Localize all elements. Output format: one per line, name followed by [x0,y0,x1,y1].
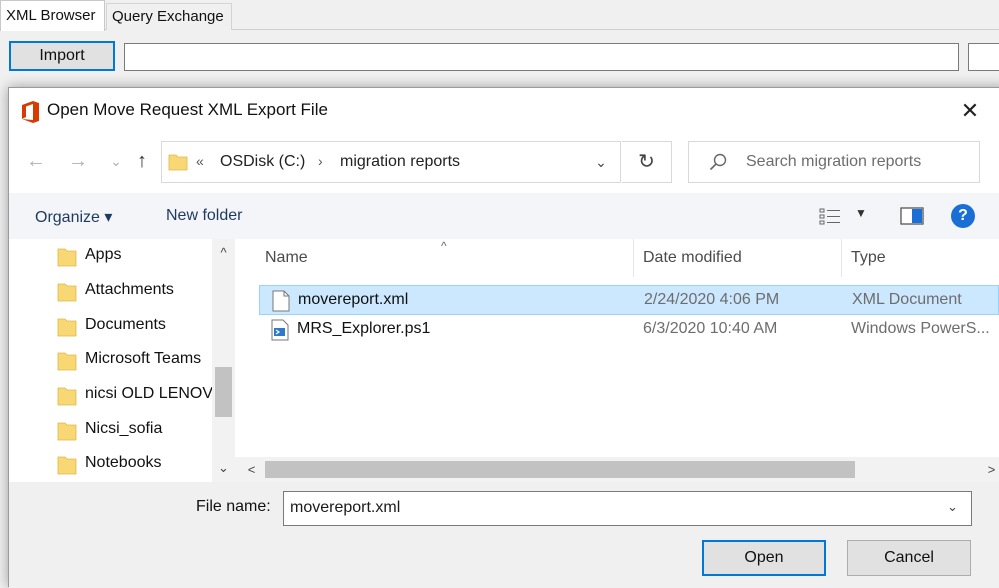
file-name-input[interactable]: movereport.xml [283,491,972,526]
folder-icon [57,318,77,337]
preview-pane-icon[interactable] [900,207,924,225]
navigation-tree: Apps Attachments Documents Microsoft Tea… [9,239,235,482]
column-divider[interactable] [633,239,634,277]
office-logo-icon [22,101,39,123]
open-file-dialog: Open Move Request XML Export File ✕ ← → … [8,87,999,588]
scroll-right-icon[interactable]: > [979,457,999,482]
search-placeholder: Search migration reports [746,153,922,170]
command-bar: Organize ▾ New folder ▼ ? [9,193,999,239]
tree-vertical-scrollbar[interactable]: ^ ⌄ [212,239,235,482]
tree-item-documents[interactable]: Documents [9,309,214,343]
tree-item-label: Documents [85,316,166,333]
folder-icon [57,352,77,371]
column-divider[interactable] [841,239,842,277]
import-button[interactable]: Import [9,41,115,71]
file-name: movereport.xml [298,291,409,308]
tab-xml-browser[interactable]: XML Browser [0,0,105,31]
recent-locations-chevron-icon[interactable]: ⌄ [103,148,129,174]
folder-icon [57,283,77,302]
sort-ascending-icon: ^ [441,239,447,253]
tree-item-apps[interactable]: Apps [9,239,214,273]
tree-item-nicsi-old-lenovo[interactable]: nicsi OLD LENOV [9,378,214,412]
tree-item-notebooks[interactable]: Notebooks [9,447,214,481]
powershell-file-icon [271,319,289,341]
address-dropdown-icon[interactable]: ⌄ [590,151,612,173]
app-toolbar: Import [0,31,999,83]
dialog-title: Open Move Request XML Export File [47,100,328,119]
scroll-down-icon[interactable]: ⌄ [212,457,235,479]
column-header-name[interactable]: Name [265,239,308,277]
scroll-left-icon[interactable]: < [239,457,264,482]
secondary-field[interactable] [968,43,999,71]
tree-item-label: nicsi OLD LENOV [85,385,213,402]
folder-icon [57,422,77,441]
list-scroll-thumb[interactable] [265,461,855,478]
cancel-button[interactable]: Cancel [847,540,971,576]
view-dropdown-icon[interactable]: ▼ [855,206,867,220]
search-input[interactable]: Search migration reports [688,141,980,183]
refresh-icon[interactable]: ↻ [622,141,672,183]
file-name-dropdown-icon[interactable]: ⌄ [947,499,958,515]
up-arrow-icon[interactable]: ↑ [129,148,155,174]
breadcrumb-migration-reports[interactable]: migration reports [340,153,460,171]
breadcrumb-separator-icon: › [318,153,323,169]
import-path-field[interactable] [124,43,959,71]
folder-icon [57,248,77,267]
tree-item-label: Attachments [85,281,174,298]
help-icon[interactable]: ? [951,204,975,228]
column-header-date-modified[interactable]: Date modified [643,239,742,277]
tree-item-attachments[interactable]: Attachments [9,274,214,308]
column-header-type[interactable]: Type [851,239,886,277]
view-options-icon[interactable] [819,207,841,225]
tree-item-label: Apps [85,246,122,263]
open-button[interactable]: Open [702,540,826,576]
dialog-title-bar: Open Move Request XML Export File ✕ [9,88,999,134]
tree-item-label: Notebooks [85,454,162,471]
file-row-movereport[interactable]: movereport.xml 2/24/2020 4:06 PM XML Doc… [259,285,999,315]
file-type: Windows PowerS... [851,320,990,337]
xml-file-icon [272,290,290,312]
file-list: ^ Name Date modified Type movereport.xml… [235,239,999,482]
back-arrow-icon[interactable]: ← [23,148,49,174]
tree-item-label: Nicsi_sofia [85,420,163,437]
close-icon[interactable]: ✕ [955,96,985,126]
tree-item-label: Microsoft Teams [85,350,202,367]
new-folder-button[interactable]: New folder [166,207,242,225]
tree-item-nicsi-sofia[interactable]: Nicsi_sofia [9,413,214,447]
tree-item-microsoft-teams[interactable]: Microsoft Teams [9,343,214,377]
file-date-modified: 6/3/2020 10:40 AM [643,320,778,337]
tab-query-exchange[interactable]: Query Exchange [106,3,232,30]
file-date-modified: 2/24/2020 4:06 PM [644,291,780,308]
dialog-footer: File name: movereport.xml ⌄ Open Cancel [9,482,999,588]
folder-icon [57,387,77,406]
list-horizontal-scrollbar[interactable]: < > [235,457,999,482]
file-name-label: File name: [196,498,271,515]
search-icon [709,153,727,171]
tree-scroll-thumb[interactable] [215,367,232,417]
file-type: XML Document [852,291,962,308]
forward-arrow-icon[interactable]: → [65,148,91,174]
address-bar[interactable]: « OSDisk (C:) › migration reports ⌄ [161,141,621,183]
folder-icon [168,154,188,171]
file-name: MRS_Explorer.ps1 [297,320,431,337]
navigation-row: ← → ⌄ ↑ « OSDisk (C:) › migration report… [9,138,999,188]
breadcrumb-osdisk[interactable]: OSDisk (C:) [220,153,305,171]
scroll-up-icon[interactable]: ^ [212,242,235,264]
app-tab-strip: XML Browser Query Exchange [0,0,999,31]
organize-menu[interactable]: Organize ▾ [35,207,112,227]
file-row-mrs-explorer[interactable]: MRS_Explorer.ps1 6/3/2020 10:40 AM Windo… [259,315,999,345]
address-overflow-icon[interactable]: « [196,153,204,169]
folder-icon [57,456,77,475]
